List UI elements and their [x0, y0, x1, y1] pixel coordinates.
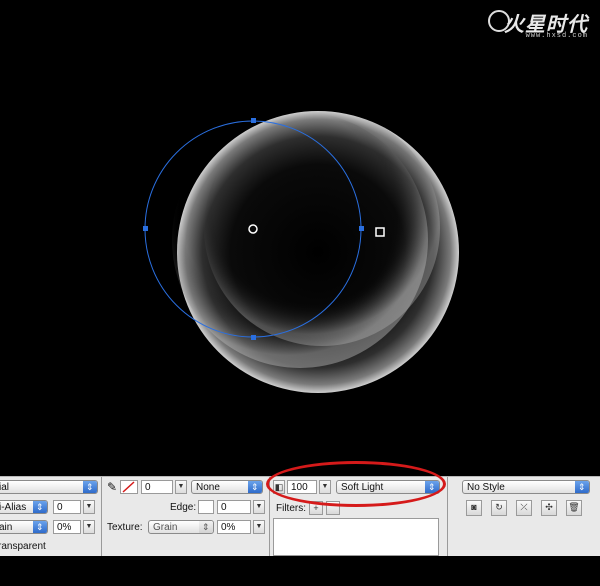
stroke-fill-select[interactable]: None [191, 480, 263, 494]
chevron-updown-icon [248, 481, 262, 493]
selection-handle-right[interactable] [359, 226, 364, 231]
watermark-url: www.hxsd.com [525, 32, 588, 40]
chevron-updown-icon [83, 481, 97, 493]
font-select-value: ial [0, 482, 10, 493]
style-select-value: No Style [467, 482, 505, 493]
edge-swatch[interactable] [198, 500, 214, 514]
filters-label: Filters: [276, 503, 306, 514]
orientation-select[interactable]: ain [0, 520, 48, 534]
edge-value-field[interactable]: 0 [217, 500, 251, 514]
watermark-logo: 火星时代 www.hxsd.com [482, 6, 592, 42]
orientation-value-field[interactable]: 0% [53, 520, 81, 534]
texture-select[interactable]: Grain [148, 520, 214, 534]
selection-handle-top[interactable] [251, 118, 256, 123]
stroke-color-swatch[interactable] [120, 480, 138, 494]
new-style-icon[interactable]: ◙ [466, 500, 482, 516]
selection-handle-left[interactable] [143, 226, 148, 231]
font-select[interactable]: ial [0, 480, 98, 494]
annotation-highlight-ellipse [266, 461, 446, 507]
bottom-bar [0, 556, 600, 586]
stroke-size-field[interactable]: 0 [141, 480, 173, 494]
style-select[interactable]: No Style [462, 480, 590, 494]
texture-select-value: Grain [153, 522, 178, 533]
antialias-value-dropdown[interactable]: ▼ [83, 500, 95, 514]
section-divider [447, 477, 448, 557]
break-link-icon[interactable]: ⤫ [516, 500, 532, 516]
edge-value-dropdown[interactable]: ▼ [253, 500, 265, 514]
orientation-select-value: ain [0, 522, 13, 533]
chevron-updown-icon [199, 521, 213, 533]
filters-list[interactable] [273, 518, 439, 556]
chevron-updown-icon [33, 501, 47, 513]
chevron-updown-icon [33, 521, 47, 533]
edge-label: Edge: [170, 502, 197, 513]
no-color-slash-icon [122, 481, 135, 493]
antialias-value-field[interactable]: 0 [53, 500, 81, 514]
pencil-icon: ✎ [107, 480, 118, 494]
antialias-select-value: i-Alias [0, 502, 27, 513]
antialias-select[interactable]: i-Alias [0, 500, 48, 514]
document-canvas[interactable]: 火星时代 www.hxsd.com [0, 0, 600, 476]
section-divider [101, 477, 102, 557]
stroke-fill-select-value: None [196, 482, 220, 493]
chevron-updown-icon [575, 481, 589, 493]
style-options-icon[interactable]: ✣ [541, 500, 557, 516]
transparent-label[interactable]: ransparent [0, 541, 46, 552]
canvas-artwork [143, 110, 459, 393]
orientation-value-dropdown[interactable]: ▼ [83, 520, 95, 534]
texture-label: Texture: [107, 522, 143, 533]
texture-amount-field[interactable]: 0% [217, 520, 251, 534]
selection-handle-bottom[interactable] [251, 335, 256, 340]
texture-amount-dropdown[interactable]: ▼ [253, 520, 265, 534]
redefine-style-icon[interactable]: ↻ [491, 500, 507, 516]
stroke-size-dropdown[interactable]: ▼ [175, 480, 187, 494]
delete-style-icon[interactable]: 🗑 [566, 500, 582, 516]
